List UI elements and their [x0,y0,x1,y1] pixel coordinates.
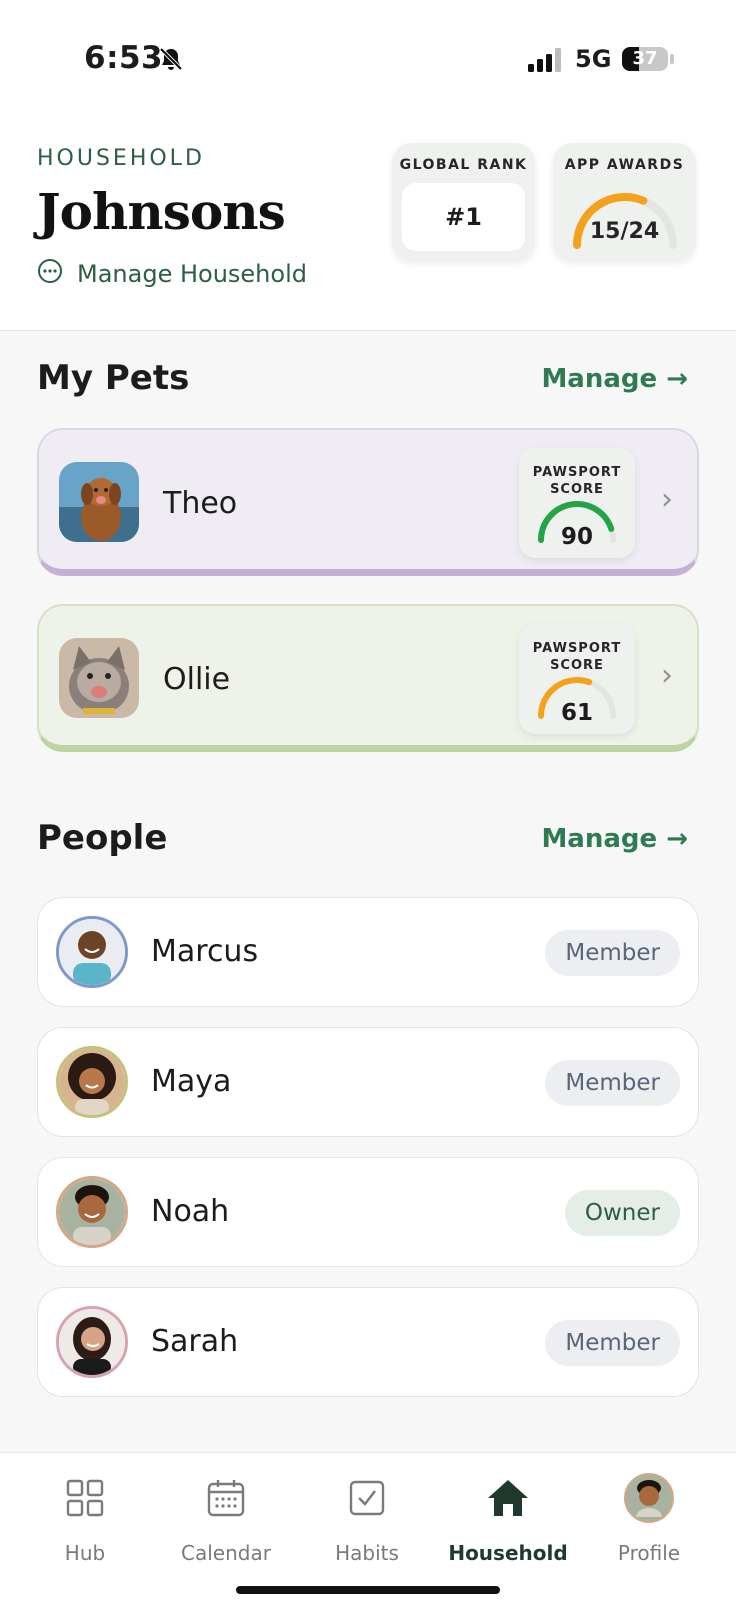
calendar-icon [156,1473,296,1523]
home-indicator [236,1586,500,1594]
avatar-sarah [56,1306,128,1378]
tab-habits[interactable]: Habits [297,1473,437,1565]
role-badge: Member [545,930,680,976]
household-label: HOUSEHOLD [37,146,205,171]
person-name: Noah [151,1194,230,1229]
avatar-maya [56,1046,128,1118]
pawsport-score-label: PAWSPORT SCORE [532,641,622,673]
status-bar: 6:53 5G 37 [0,0,736,120]
pet-avatar-theo [59,462,139,542]
bottom-tab-bar: Hub Calendar Habits Household Profile [0,1452,736,1601]
home-icon [438,1473,578,1523]
person-name: Sarah [151,1324,239,1359]
pawsport-score-label: PAWSPORT SCORE [532,465,622,497]
person-card-maya[interactable]: Maya Member [37,1027,699,1137]
my-pets-title: My Pets [37,358,190,398]
tab-label: Calendar [181,1541,271,1565]
household-name: Johnsons [37,182,286,241]
person-card-marcus[interactable]: Marcus Member [37,897,699,1007]
household-header: 6:53 5G 37 HOUSEHOLD Johnsons Manage Hou… [0,0,736,331]
people-title: People [37,818,168,858]
tab-label: Profile [617,1541,681,1565]
pawsport-score-theo: PAWSPORT SCORE 90 [519,448,635,558]
battery-tip [670,54,674,64]
manage-household-link[interactable]: Manage Household [37,258,307,290]
avatar-marcus [56,916,128,988]
pet-name-ollie: Ollie [163,662,231,697]
profile-avatar [579,1473,719,1523]
avatar-noah [56,1176,128,1248]
person-name: Marcus [151,934,259,969]
more-circle-icon [37,258,63,290]
status-time: 6:53 [84,40,164,76]
pawsport-score-ollie: PAWSPORT SCORE 61 [519,624,635,734]
tab-household[interactable]: Household [438,1473,578,1565]
manage-people-link[interactable]: Manage → [541,824,688,854]
pet-name-theo: Theo [163,486,238,521]
tab-label: Hub [64,1541,106,1565]
global-rank-label: GLOBAL RANK [399,157,528,173]
role-badge: Member [545,1060,680,1106]
app-awards-label: APP AWARDS [564,157,685,173]
role-badge: Owner [564,1190,680,1236]
app-awards-value: 15/24 [589,219,660,244]
signal-icon [528,48,564,76]
chevron-right-icon: › [661,658,673,693]
manage-household-label: Manage Household [77,260,307,288]
pawsport-score-value-ollie: 61 [560,700,593,726]
person-name: Maya [151,1064,232,1099]
pet-card-theo[interactable]: Theo PAWSPORT SCORE 90 › [37,428,699,576]
global-rank-value: #1 [402,183,525,251]
tab-label: Habits [335,1541,399,1565]
battery-icon: 37 [622,47,668,71]
tab-calendar[interactable]: Calendar [156,1473,296,1565]
person-card-sarah[interactable]: Sarah Member [37,1287,699,1397]
tab-profile[interactable]: Profile [579,1473,719,1565]
global-rank-card[interactable]: GLOBAL RANK #1 [392,143,535,261]
pawsport-score-value-theo: 90 [560,524,593,550]
network-type: 5G [575,45,612,73]
person-card-noah[interactable]: Noah Owner [37,1157,699,1267]
tab-hub[interactable]: Hub [15,1473,155,1565]
app-awards-card[interactable]: APP AWARDS 15/24 [553,143,696,261]
tab-label: Household [448,1541,568,1565]
pet-card-ollie[interactable]: Ollie PAWSPORT SCORE 61 › [37,604,699,752]
checkbox-icon [297,1473,437,1523]
pet-avatar-ollie [59,638,139,718]
manage-pets-link[interactable]: Manage → [541,364,688,394]
role-badge: Member [545,1320,680,1366]
bell-muted-icon [158,46,184,76]
grid-icon [15,1473,155,1523]
battery-percent: 37 [632,48,658,69]
chevron-right-icon: › [661,482,673,517]
